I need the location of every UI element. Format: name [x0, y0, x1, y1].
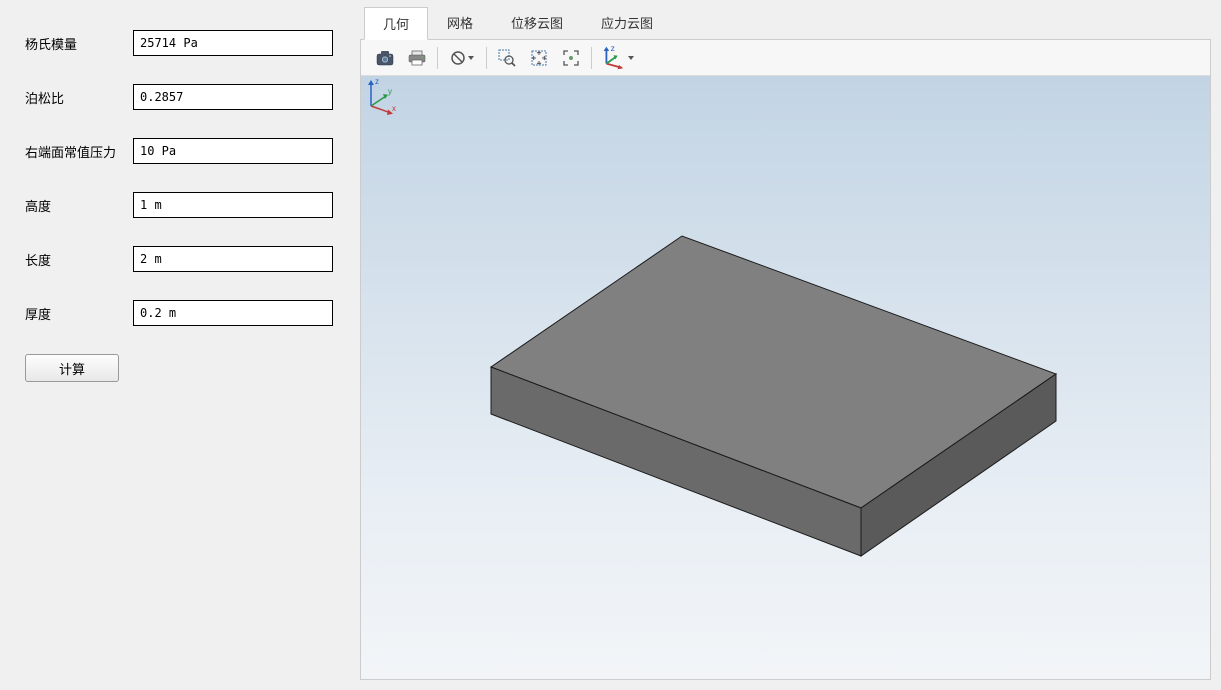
camera-icon[interactable] — [371, 44, 399, 72]
axis-triad-icon[interactable]: z — [598, 44, 634, 72]
triad-x-label: x — [392, 104, 396, 113]
toolbar-separator — [591, 47, 592, 69]
tab-stress[interactable]: 应力云图 — [582, 6, 672, 39]
viewport-toolbar: z — [361, 40, 1210, 76]
input-poisson-ratio[interactable] — [133, 84, 333, 110]
zoom-selection-icon[interactable] — [557, 44, 585, 72]
tab-displacement[interactable]: 位移云图 — [492, 6, 582, 39]
reset-icon[interactable] — [444, 44, 480, 72]
field-poisson-ratio: 泊松比 — [25, 84, 340, 110]
field-thickness: 厚度 — [25, 300, 340, 326]
orientation-triad: z y x — [361, 76, 401, 116]
input-right-face-pressure[interactable] — [133, 138, 333, 164]
label-right-face-pressure: 右端面常值压力 — [25, 142, 133, 161]
field-right-face-pressure: 右端面常值压力 — [25, 138, 340, 164]
label-height: 高度 — [25, 196, 133, 215]
label-length: 长度 — [25, 250, 133, 269]
tab-bar: 几何 网格 位移云图 应力云图 — [360, 6, 1211, 39]
content-panel: z z y x — [360, 39, 1211, 680]
input-length[interactable] — [133, 246, 333, 272]
label-youngs-modulus: 杨氏模量 — [25, 34, 133, 53]
input-thickness[interactable] — [133, 300, 333, 326]
3d-viewport[interactable]: z y x — [361, 76, 1210, 679]
tab-geometry[interactable]: 几何 — [364, 7, 428, 40]
input-height[interactable] — [133, 192, 333, 218]
field-youngs-modulus: 杨氏模量 — [25, 30, 340, 56]
chevron-down-icon — [628, 56, 634, 60]
compute-button[interactable]: 计算 — [25, 354, 119, 382]
zoom-extents-icon[interactable] — [525, 44, 553, 72]
field-height: 高度 — [25, 192, 340, 218]
zoom-box-icon[interactable] — [493, 44, 521, 72]
axis-z-label: z — [611, 44, 615, 53]
toolbar-separator — [486, 47, 487, 69]
chevron-down-icon — [468, 56, 474, 60]
field-length: 长度 — [25, 246, 340, 272]
print-icon[interactable] — [403, 44, 431, 72]
toolbar-separator — [437, 47, 438, 69]
label-thickness: 厚度 — [25, 304, 133, 323]
triad-z-label: z — [375, 77, 379, 86]
tab-mesh[interactable]: 网格 — [428, 6, 492, 39]
label-poisson-ratio: 泊松比 — [25, 88, 133, 107]
main-panel: 几何 网格 位移云图 应力云图 — [360, 0, 1221, 690]
parameter-sidebar: 杨氏模量 泊松比 右端面常值压力 高度 长度 厚度 计算 — [0, 0, 360, 690]
triad-y-label: y — [388, 87, 392, 96]
input-youngs-modulus[interactable] — [133, 30, 333, 56]
geometry-render — [361, 76, 1210, 679]
